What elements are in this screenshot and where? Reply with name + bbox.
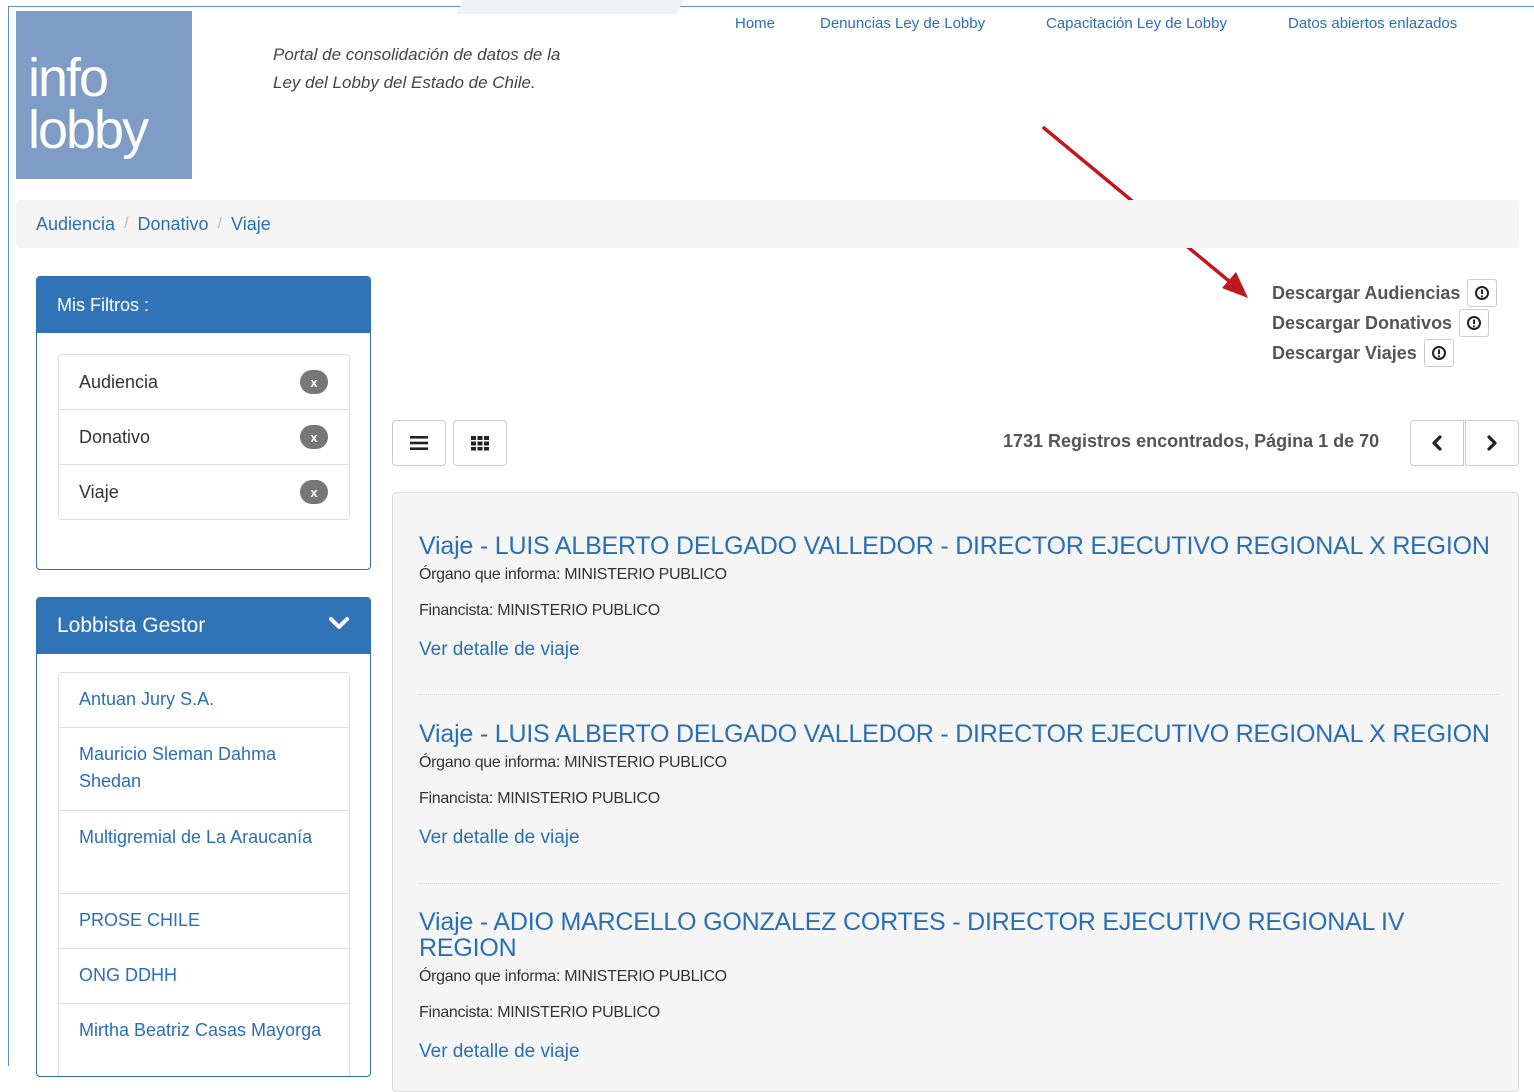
lobbyist-item[interactable]: ONG DDHH [58,948,350,1004]
top-navigation: Home Denuncias Ley de Lobby Capacitación… [0,15,1534,37]
result-title-link[interactable]: Viaje - LUIS ALBERTO DELGADO VALLEDOR - … [419,721,1499,747]
result-title-link[interactable]: Viaje - ADIO MARCELLO GONZALEZ CORTES - … [419,909,1419,961]
result-item: Viaje - LUIS ALBERTO DELGADO VALLEDOR - … [419,533,1499,661]
tagline-line-1: Portal de consolidación de datos de la [273,45,561,64]
results-count: 1731 Registros encontrados, Página 1 de … [1003,431,1380,451]
result-divider [419,694,1499,695]
list-icon [410,436,428,450]
remove-filter-button[interactable]: x [300,370,328,394]
lobbyist-item[interactable]: Mirtha Beatriz Casas Mayorga [58,1003,350,1076]
breadcrumb-separator: / [217,215,223,232]
download-circle-icon[interactable] [1459,309,1490,337]
result-organo: Órgano que informa: MINISTERIO PUBLICO [419,968,727,985]
result-organo: Órgano que informa: MINISTERIO PUBLICO [419,566,727,583]
result-divider [419,883,1499,884]
result-organo: Órgano que informa: MINISTERIO PUBLICO [419,754,727,771]
result-detail-link[interactable]: Ver detalle de viaje [419,639,1499,661]
download-viajes[interactable]: Descargar Viajes [1272,338,1497,368]
my-filters-panel: Mis Filtros : Audiencia x Donativo x Via… [36,276,371,570]
filter-label: Viaje [79,481,119,502]
result-title-link[interactable]: Viaje - LUIS ALBERTO DELGADO VALLEDOR - … [419,533,1499,559]
chevron-down-icon[interactable] [328,616,350,632]
lobbyist-panel-title: Lobbista Gestor [57,614,206,637]
result-item: Viaje - LUIS ALBERTO DELGADO VALLEDOR - … [419,721,1499,849]
breadcrumb-donativo[interactable]: Donativo [138,214,209,235]
my-filters-header: Mis Filtros : [37,277,370,333]
download-circle-icon[interactable] [1467,279,1498,307]
grid-icon [471,436,489,451]
nav-datos-abiertos-link[interactable]: Datos abiertos enlazados [1288,15,1457,32]
filters-list: Audiencia x Donativo x Viaje x [58,354,350,520]
remove-filter-button[interactable]: x [300,425,328,449]
logo-text-lobby: lobby [28,100,149,160]
list-view-button[interactable] [392,420,446,466]
lobbyist-panel: Lobbista Gestor Antuan Jury S.A. Maurici… [36,597,371,1077]
lobbyist-item[interactable]: Mauricio Sleman Dahma Shedan [58,727,350,811]
logo-text-info: info [28,48,109,108]
download-circle-icon[interactable] [1423,339,1454,367]
result-financista: Financista: MINISTERIO PUBLICO [419,790,660,807]
nav-capacitacion-link[interactable]: Capacitación Ley de Lobby [1046,15,1227,32]
lobbyist-panel-header[interactable]: Lobbista Gestor [37,598,370,654]
prev-page-button[interactable] [1410,420,1464,466]
download-donativos[interactable]: Descargar Donativos [1272,308,1497,338]
site-tagline: Portal de consolidación de datos de la L… [273,41,633,97]
results-container: Viaje - LUIS ALBERTO DELGADO VALLEDOR - … [392,492,1519,1092]
breadcrumb-audiencia[interactable]: Audiencia [36,214,115,235]
lobbyist-item[interactable]: Antuan Jury S.A. [58,672,350,728]
remove-filter-button[interactable]: x [300,480,328,504]
download-audiencias-label[interactable]: Descargar Audiencias [1272,283,1460,304]
lobbyist-item[interactable]: Multigremial de La Araucanía [58,810,350,894]
next-page-button[interactable] [1465,420,1519,466]
grid-view-button[interactable] [453,420,507,466]
chevron-left-icon [1432,435,1442,451]
result-item: Viaje - ADIO MARCELLO GONZALEZ CORTES - … [419,909,1419,1063]
breadcrumb-viaje[interactable]: Viaje [231,214,271,235]
result-financista: Financista: MINISTERIO PUBLICO [419,602,660,619]
chevron-right-icon [1487,435,1497,451]
download-audiencias[interactable]: Descargar Audiencias [1272,278,1498,308]
filter-label: Donativo [79,426,151,447]
filter-label: Audiencia [79,371,159,392]
download-donativos-label[interactable]: Descargar Donativos [1272,313,1452,334]
filter-item-viaje: Viaje x [58,464,350,520]
filter-item-audiencia: Audiencia x [58,354,350,410]
lobbyist-list: Antuan Jury S.A. Mauricio Sleman Dahma S… [58,672,350,1076]
download-links: Descargar Audiencias Descargar Donativos… [1272,278,1498,368]
lobbyist-item[interactable]: PROSE CHILE [58,893,350,949]
tagline-line-2: Ley del Lobby del Estado de Chile. [273,73,536,92]
result-financista: Financista: MINISTERIO PUBLICO [419,1004,660,1021]
background-decoration [455,0,685,14]
breadcrumb-separator: / [124,215,129,232]
breadcrumb: Audiencia / Donativo / Viaje [16,200,1519,248]
download-viajes-label[interactable]: Descargar Viajes [1272,343,1417,364]
result-detail-link[interactable]: Ver detalle de viaje [419,827,1499,849]
nav-home-link[interactable]: Home [735,15,775,32]
filter-item-donativo: Donativo x [58,409,350,465]
result-detail-link[interactable]: Ver detalle de viaje [419,1041,1419,1063]
nav-denuncias-link[interactable]: Denuncias Ley de Lobby [820,15,985,32]
